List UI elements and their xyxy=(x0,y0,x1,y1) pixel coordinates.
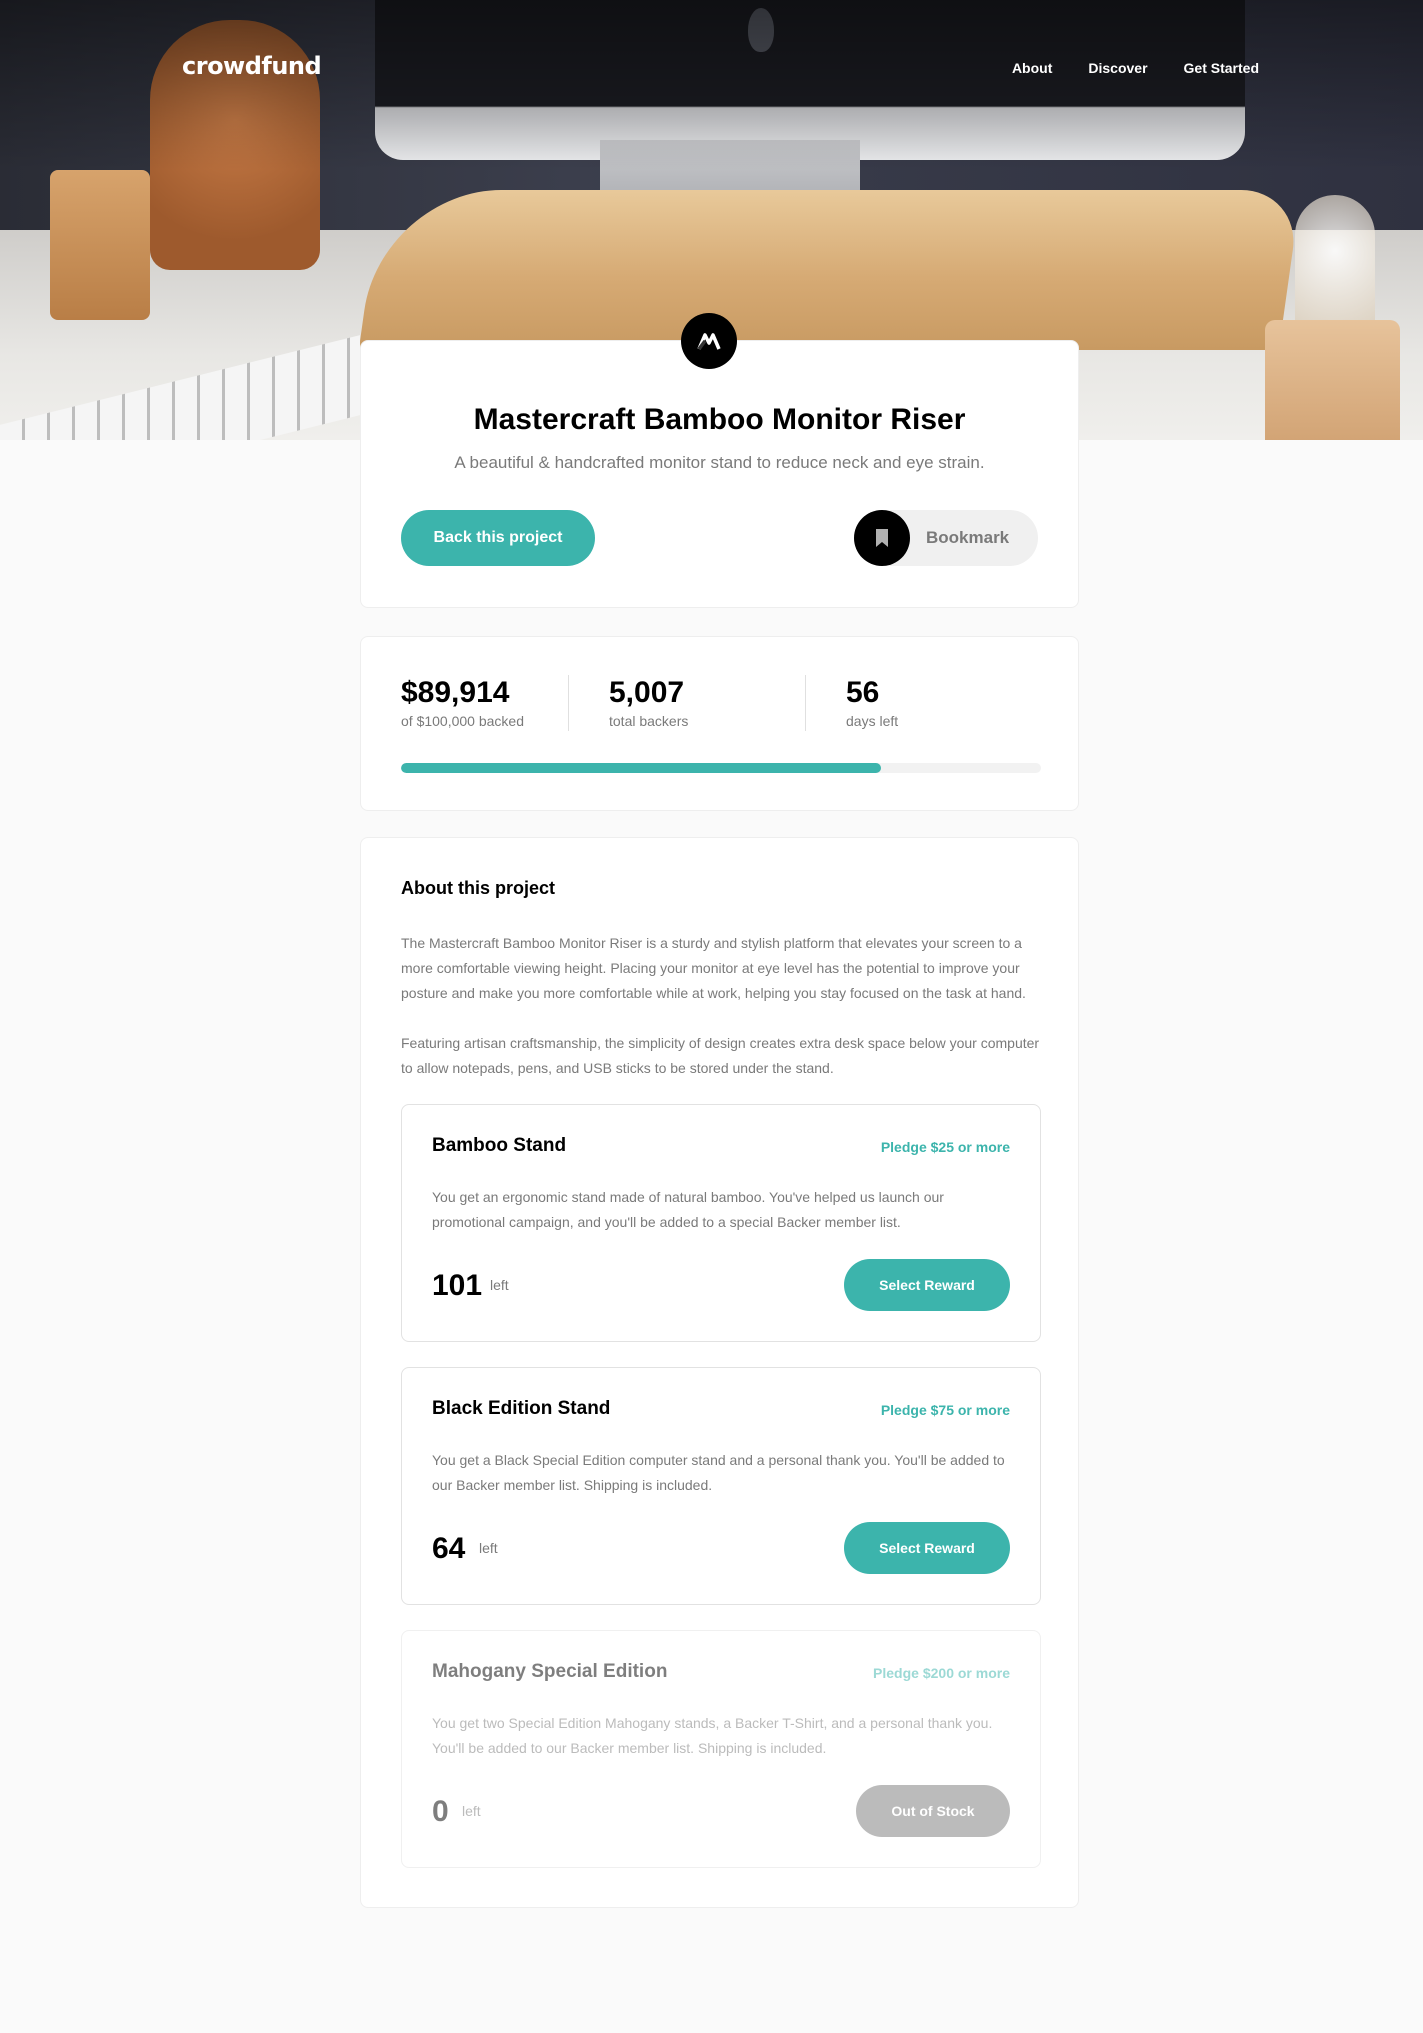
stat-divider xyxy=(805,675,806,731)
stat-divider xyxy=(568,675,569,731)
reward-left-count: 0 xyxy=(432,1795,449,1828)
funding-progress-bar xyxy=(401,763,1041,773)
nav-get-started[interactable]: Get Started xyxy=(1184,60,1259,76)
about-card: About this project The Mastercraft Bambo… xyxy=(360,837,1079,1908)
reward-pledge: Pledge $200 or more xyxy=(873,1665,1010,1681)
select-reward-button[interactable]: Select Reward xyxy=(844,1259,1010,1311)
stat-days: 56 days left xyxy=(846,675,898,729)
project-title: Mastercraft Bamboo Monitor Riser xyxy=(473,403,966,436)
select-reward-button[interactable]: Select Reward xyxy=(844,1522,1010,1574)
reward-left-count: 64 xyxy=(432,1532,466,1565)
site-logo[interactable]: crowdfund xyxy=(182,52,322,80)
backed-amount: $89,914 xyxy=(401,676,510,709)
reward-description: You get an ergonomic stand made of natur… xyxy=(432,1189,944,1230)
stat-backers: 5,007 total backers xyxy=(609,675,688,729)
reward-name: Bamboo Stand xyxy=(432,1135,567,1156)
reward-description: You get a Black Special Edition computer… xyxy=(432,1452,1005,1493)
mastercraft-logo-icon xyxy=(681,313,737,369)
reward-name: Mahogany Special Edition xyxy=(432,1661,668,1682)
top-navigation: crowdfund About Discover Get Started xyxy=(0,0,1423,140)
nav-discover[interactable]: Discover xyxy=(1088,60,1147,76)
hero-pen-cup xyxy=(50,170,150,320)
days-caption: days left xyxy=(846,713,899,729)
about-paragraph: Featuring artisan craftsmanship, the sim… xyxy=(401,1035,1040,1076)
bookmark-label: Bookmark xyxy=(926,528,1010,547)
hero-bamboo-riser xyxy=(358,190,1302,350)
funding-progress-fill xyxy=(401,763,881,773)
bookmark-button[interactable]: Bookmark xyxy=(854,510,1038,566)
hero-lamp-base xyxy=(1265,320,1400,440)
backed-caption: of $100,000 backed xyxy=(401,713,524,729)
project-description: A beautiful & handcrafted monitor stand … xyxy=(454,453,985,472)
reward-name: Black Edition Stand xyxy=(432,1398,611,1419)
main-nav: About Discover Get Started xyxy=(1012,60,1259,76)
backers-caption: total backers xyxy=(609,713,689,729)
reward-left-label: left xyxy=(462,1803,481,1819)
reward-left-label: left xyxy=(479,1540,498,1556)
hero-bulb xyxy=(1295,195,1375,335)
out-of-stock-button: Out of Stock xyxy=(856,1785,1010,1837)
project-intro-card: Mastercraft Bamboo Monitor Riser A beaut… xyxy=(360,313,1079,608)
reward-pledge: Pledge $75 or more xyxy=(880,1402,1010,1418)
stats-card: $89,914 of $100,000 backed 5,007 total b… xyxy=(360,636,1079,811)
nav-about[interactable]: About xyxy=(1012,60,1052,76)
reward-description: You get two Special Edition Mahogany sta… xyxy=(432,1715,993,1756)
reward-left-label: left xyxy=(490,1277,509,1293)
reward-card-mahogany: Mahogany Special Edition Pledge $200 or … xyxy=(401,1630,1041,1868)
reward-left-count: 101 xyxy=(432,1269,483,1302)
bookmark-icon xyxy=(854,510,910,566)
reward-card-bamboo: Bamboo Stand Pledge $25 or more You get … xyxy=(401,1104,1041,1342)
back-project-button[interactable]: Back this project xyxy=(401,510,595,566)
backers-count: 5,007 xyxy=(609,676,685,709)
days-count: 56 xyxy=(846,676,880,709)
about-paragraph: The Mastercraft Bamboo Monitor Riser is … xyxy=(401,935,1026,1001)
reward-card-black-edition: Black Edition Stand Pledge $75 or more Y… xyxy=(401,1367,1041,1605)
about-title: About this project xyxy=(401,878,555,898)
reward-pledge: Pledge $25 or more xyxy=(880,1139,1010,1155)
stat-backed: $89,914 of $100,000 backed xyxy=(401,675,524,729)
